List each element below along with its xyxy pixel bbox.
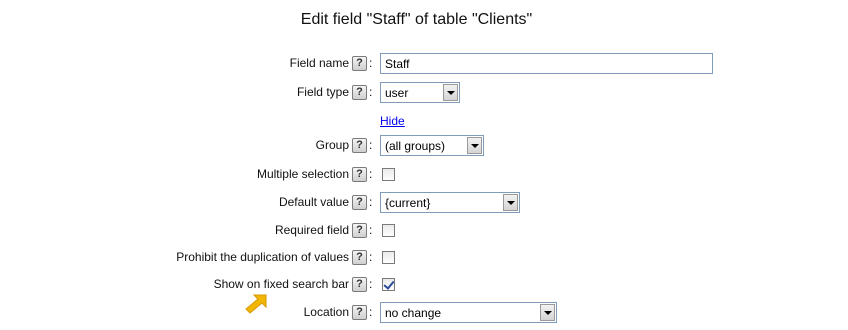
required-field-label: Required field: [274, 223, 349, 237]
group-select[interactable]: (all groups): [380, 135, 484, 156]
help-icon[interactable]: ?: [352, 305, 367, 320]
chevron-down-icon[interactable]: [540, 304, 555, 321]
edit-field-form: Edit field "Staff" of table "Clients" Fi…: [0, 0, 848, 330]
row-location: Location ? : no change: [0, 302, 848, 324]
help-icon[interactable]: ?: [352, 167, 367, 182]
field-type-select[interactable]: user: [380, 82, 460, 103]
default-value-value: {current}: [385, 196, 431, 210]
required-field-checkbox[interactable]: [382, 224, 395, 237]
colon: :: [369, 138, 373, 152]
help-icon[interactable]: ?: [352, 277, 367, 292]
page-title: Edit field "Staff" of table "Clients": [300, 11, 533, 28]
show-on-search-bar-label: Show on fixed search bar: [213, 277, 349, 291]
group-value: (all groups): [385, 139, 446, 153]
row-field-name: Field name ? :: [0, 53, 848, 75]
default-value-label: Default value: [278, 195, 349, 209]
colon: :: [369, 167, 373, 181]
row-required-field: Required field ? :: [0, 220, 848, 242]
colon: :: [369, 305, 373, 319]
colon: :: [369, 56, 373, 70]
prohibit-duplication-checkbox[interactable]: [382, 251, 395, 264]
row-show-on-search-bar: Show on fixed search bar ? :: [0, 274, 848, 296]
multiple-selection-checkbox[interactable]: [382, 168, 395, 181]
colon: :: [369, 85, 373, 99]
location-value: no change: [385, 306, 442, 320]
hide-link[interactable]: Hide: [380, 114, 405, 128]
colon: :: [369, 223, 373, 237]
field-type-label: Field type: [296, 85, 349, 99]
help-icon[interactable]: ?: [352, 195, 367, 210]
help-icon[interactable]: ?: [352, 138, 367, 153]
location-label: Location: [303, 305, 349, 319]
help-icon[interactable]: ?: [352, 223, 367, 238]
chevron-down-icon[interactable]: [467, 137, 482, 154]
row-prohibit-duplication: Prohibit the duplication of values ? :: [0, 247, 848, 269]
chevron-down-icon[interactable]: [503, 194, 518, 211]
location-select[interactable]: no change: [380, 302, 557, 323]
help-icon[interactable]: ?: [352, 250, 367, 265]
multiple-selection-label: Multiple selection: [256, 167, 349, 181]
help-icon[interactable]: ?: [352, 85, 367, 100]
colon: :: [369, 250, 373, 264]
prohibit-duplication-label: Prohibit the duplication of values: [176, 250, 349, 264]
field-name-label: Field name: [289, 56, 349, 70]
default-value-select[interactable]: {current}: [380, 192, 520, 213]
colon: :: [369, 277, 373, 291]
help-icon[interactable]: ?: [352, 56, 367, 71]
show-on-search-bar-checkbox[interactable]: [382, 278, 395, 291]
field-type-value: user: [385, 86, 409, 100]
field-name-input[interactable]: [380, 53, 713, 74]
row-multiple-selection: Multiple selection ? :: [0, 164, 848, 186]
group-label: Group: [315, 138, 349, 152]
row-field-type: Field type ? : user: [0, 82, 848, 104]
row-default-value: Default value ? : {current}: [0, 192, 848, 214]
chevron-down-icon[interactable]: [443, 84, 458, 101]
colon: :: [369, 195, 373, 209]
row-group: Group ? : (all groups): [0, 135, 848, 157]
